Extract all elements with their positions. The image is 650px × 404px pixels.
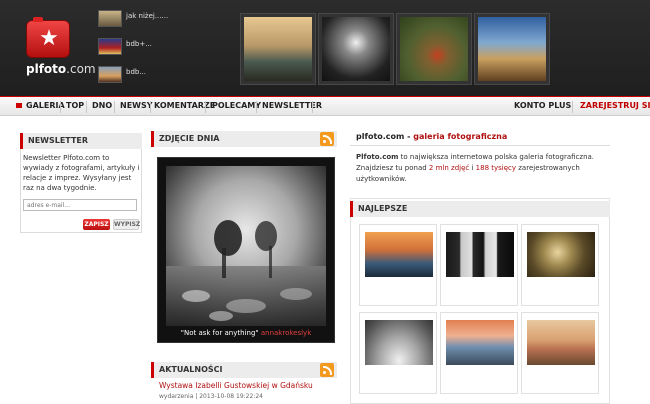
newsletter-description: Newsletter Plfoto.com to wywiady z fotog…	[23, 154, 140, 192]
best-photo[interactable]	[521, 224, 599, 306]
nav-konto-plus[interactable]: KONTO PLUS	[514, 101, 571, 110]
mini-photo-item[interactable]: jak niżej......	[98, 8, 178, 36]
featured-thumbnail[interactable]	[240, 13, 316, 85]
site-title: plfoto.com - galeria fotograficzna	[356, 132, 508, 141]
mini-photo-item[interactable]: bdb+...	[98, 36, 178, 64]
menu-flag-icon	[16, 103, 22, 108]
photo-of-day-caption: "Not ask for anything" annakrokeslyk	[157, 329, 335, 337]
featured-thumbnail[interactable]	[396, 13, 472, 85]
photo-title[interactable]: "Not ask for anything"	[181, 329, 259, 337]
site-intro: Plfoto.com to największa internetowa pol…	[356, 153, 595, 183]
best-header: NAJLEPSZE	[350, 201, 610, 217]
register-link[interactable]: ZAREJESTRUJ SIĘ	[580, 101, 650, 110]
mini-photo-label[interactable]: bdb...	[126, 68, 146, 76]
mini-thumbnail[interactable]	[98, 10, 122, 27]
news-meta: wydarzenia | 2013-10-08 19:22:24	[159, 393, 263, 400]
subscribe-button[interactable]: ZAPISZ	[83, 219, 110, 230]
best-photo[interactable]	[440, 224, 518, 306]
mini-photo-label[interactable]: bdb+...	[126, 40, 152, 48]
nav-dno[interactable]: DNO	[92, 101, 112, 110]
nav-galeria[interactable]: GALERIA	[26, 101, 65, 110]
newsletter-title: NEWSLETTER	[28, 136, 89, 145]
recent-photos-list: jak niżej...... bdb+... bdb...	[98, 8, 178, 92]
rss-icon[interactable]	[320, 363, 334, 377]
mini-thumbnail[interactable]	[98, 66, 122, 83]
photo-of-day-image[interactable]	[166, 166, 326, 326]
site-logo[interactable]: ★ plfoto.com	[24, 17, 96, 78]
logo-text: plfoto.com	[26, 62, 96, 76]
best-photo[interactable]	[521, 312, 599, 394]
mini-thumbnail[interactable]	[98, 38, 122, 55]
best-title: NAJLEPSZE	[358, 204, 408, 213]
mini-photo-label[interactable]: jak niżej......	[126, 12, 168, 20]
news-headline[interactable]: Wystawa Izabelli Gustowskiej w Gdańsku	[159, 381, 313, 390]
photo-author[interactable]: annakrokeslyk	[261, 329, 311, 337]
camera-star-icon: ★	[26, 17, 70, 58]
nav-newsletter[interactable]: NEWSLETTER	[262, 101, 322, 110]
newsletter-email-input[interactable]	[23, 199, 137, 211]
featured-thumbnail[interactable]	[474, 13, 550, 85]
newsletter-header: NEWSLETTER	[20, 133, 142, 149]
best-photo[interactable]	[359, 224, 437, 306]
best-photo[interactable]	[440, 312, 518, 394]
nav-polecamy[interactable]: POLECAMY	[212, 101, 261, 110]
news-title: AKTUALNOŚCI	[159, 365, 223, 374]
mini-photo-item[interactable]: bdb...	[98, 64, 178, 92]
site-header: ★ plfoto.com jak niżej...... bdb+... bdb…	[0, 0, 650, 96]
unsubscribe-button[interactable]: WYPISZ	[113, 219, 140, 230]
nav-komentarze[interactable]: KOMENTARZE	[154, 101, 215, 110]
nav-newsy[interactable]: NEWSY	[120, 101, 153, 110]
featured-thumbnail[interactable]	[318, 13, 394, 85]
photo-of-day-title: ZDJĘCIE DNIA	[159, 134, 220, 143]
news-header: AKTUALNOŚCI	[151, 362, 337, 378]
main-nav: GALERIA TOP DNO NEWSY KOMENTARZE POLECAM…	[0, 96, 650, 116]
best-photo[interactable]	[359, 312, 437, 394]
rss-icon[interactable]	[320, 132, 334, 146]
photo-of-day-header: ZDJĘCIE DNIA	[151, 131, 337, 147]
nav-top[interactable]: TOP	[66, 101, 84, 110]
users-count-link[interactable]: 188 tysięcy	[476, 164, 516, 172]
photos-count-link[interactable]: 2 mln zdjęć	[429, 164, 469, 172]
